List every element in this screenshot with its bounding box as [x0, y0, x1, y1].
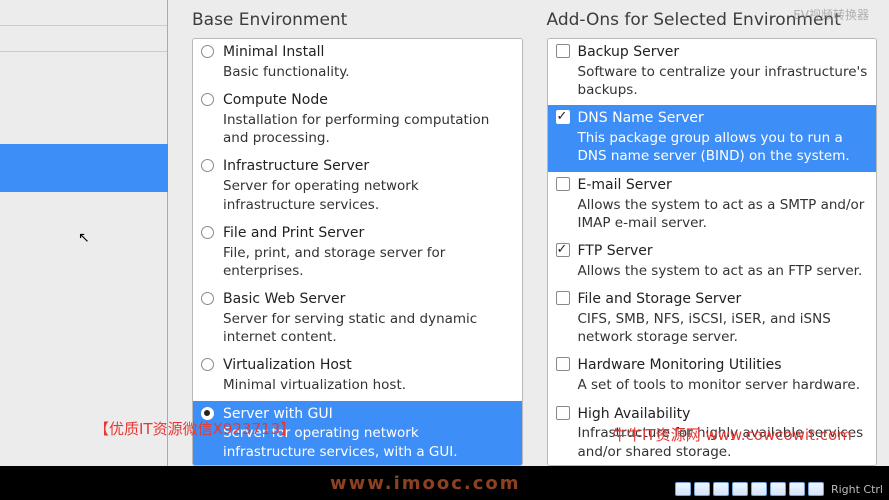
radio-icon[interactable]: [201, 226, 214, 239]
list-item[interactable]: Compute NodeInstallation for performing …: [193, 87, 522, 153]
item-title: File and Print Server: [223, 224, 514, 243]
item-description: This package group allows you to run a D…: [578, 129, 869, 165]
checkbox-icon[interactable]: [556, 406, 570, 420]
item-title: File and Storage Server: [578, 290, 869, 309]
item-title: Backup Server: [578, 43, 869, 62]
list-item[interactable]: DNS Name ServerThis package group allows…: [548, 105, 877, 171]
addons-column: Add-Ons for Selected Environment Backup …: [547, 4, 878, 466]
checkbox-icon[interactable]: [556, 110, 570, 124]
watermark-top-right: EV视频转换器: [793, 6, 869, 23]
sidebar-item[interactable]: [0, 2, 167, 26]
checkbox-icon[interactable]: [556, 291, 570, 305]
checkbox-icon[interactable]: [556, 243, 570, 257]
sidebar-item[interactable]: [0, 28, 167, 52]
radio-icon[interactable]: [201, 292, 214, 305]
item-title: Minimal Install: [223, 43, 514, 62]
item-description: Installation for performing computation …: [223, 111, 514, 147]
checkbox-icon[interactable]: [556, 177, 570, 191]
watermark-mid-bottom: www.imooc.com: [330, 473, 521, 494]
vm-statusbar: Right Ctrl: [675, 482, 883, 496]
item-title: Basic Web Server: [223, 290, 514, 309]
radio-icon[interactable]: [201, 159, 214, 172]
list-item[interactable]: Backup ServerSoftware to centralize your…: [548, 39, 877, 105]
list-item[interactable]: Hardware Monitoring UtilitiesA set of to…: [548, 352, 877, 400]
item-description: File, print, and storage server for ente…: [223, 244, 514, 280]
base-environment-header: Base Environment: [192, 4, 523, 38]
base-environment-list[interactable]: Minimal InstallBasic functionality.Compu…: [192, 38, 523, 466]
statusbar-icon[interactable]: [675, 482, 691, 496]
item-title: Compute Node: [223, 91, 514, 110]
item-title: Infrastructure Server: [223, 157, 514, 176]
item-description: Allows the system to act as a SMTP and/o…: [578, 196, 869, 232]
list-item[interactable]: Basic Web ServerServer for serving stati…: [193, 286, 522, 352]
list-item[interactable]: Minimal InstallBasic functionality.: [193, 39, 522, 87]
radio-icon[interactable]: [201, 358, 214, 371]
list-item[interactable]: Infrastructure ServerServer for operatin…: [193, 153, 522, 219]
checkbox-icon[interactable]: [556, 357, 570, 371]
sidebar-selected-item[interactable]: [0, 144, 168, 192]
list-item[interactable]: Virtualization HostMinimal virtualizatio…: [193, 352, 522, 400]
list-item[interactable]: File and Storage ServerCIFS, SMB, NFS, i…: [548, 286, 877, 352]
cursor-icon: ↖: [78, 230, 90, 246]
item-description: Basic functionality.: [223, 63, 514, 81]
checkbox-icon[interactable]: [556, 44, 570, 58]
watermark-red-left: 【优质IT资源微信X923713】: [94, 418, 295, 439]
statusbar-host-key: Right Ctrl: [831, 483, 883, 496]
item-title: Virtualization Host: [223, 356, 514, 375]
item-title: FTP Server: [578, 242, 869, 261]
base-environment-column: Base Environment Minimal InstallBasic fu…: [192, 4, 523, 466]
radio-icon[interactable]: [201, 45, 214, 58]
item-title: High Availability: [578, 405, 869, 424]
list-item[interactable]: E-mail ServerAllows the system to act as…: [548, 172, 877, 238]
list-item[interactable]: FTP ServerAllows the system to act as an…: [548, 238, 877, 286]
item-description: Minimal virtualization host.: [223, 376, 514, 394]
statusbar-icon[interactable]: [751, 482, 767, 496]
item-description: Allows the system to act as an FTP serve…: [578, 262, 869, 280]
item-title: DNS Name Server: [578, 109, 869, 128]
item-description: A set of tools to monitor server hardwar…: [578, 376, 869, 394]
watermark-red-right: 牛牛IT资源网 www.cowcowit.com: [612, 424, 852, 445]
item-title: E-mail Server: [578, 176, 869, 195]
addons-list[interactable]: Backup ServerSoftware to centralize your…: [547, 38, 878, 466]
statusbar-icon[interactable]: [694, 482, 710, 496]
radio-icon[interactable]: [201, 93, 214, 106]
list-item[interactable]: File and Print ServerFile, print, and st…: [193, 220, 522, 286]
item-description: Server for serving static and dynamic in…: [223, 310, 514, 346]
statusbar-icon[interactable]: [732, 482, 748, 496]
statusbar-icon[interactable]: [789, 482, 805, 496]
item-description: CIFS, SMB, NFS, iSCSI, iSER, and iSNS ne…: [578, 310, 869, 346]
statusbar-icon[interactable]: [713, 482, 729, 496]
item-description: Server for operating network infrastruct…: [223, 177, 514, 213]
item-description: Software to centralize your infrastructu…: [578, 63, 869, 99]
item-title: Hardware Monitoring Utilities: [578, 356, 869, 375]
statusbar-icon[interactable]: [770, 482, 786, 496]
statusbar-icon[interactable]: [808, 482, 824, 496]
